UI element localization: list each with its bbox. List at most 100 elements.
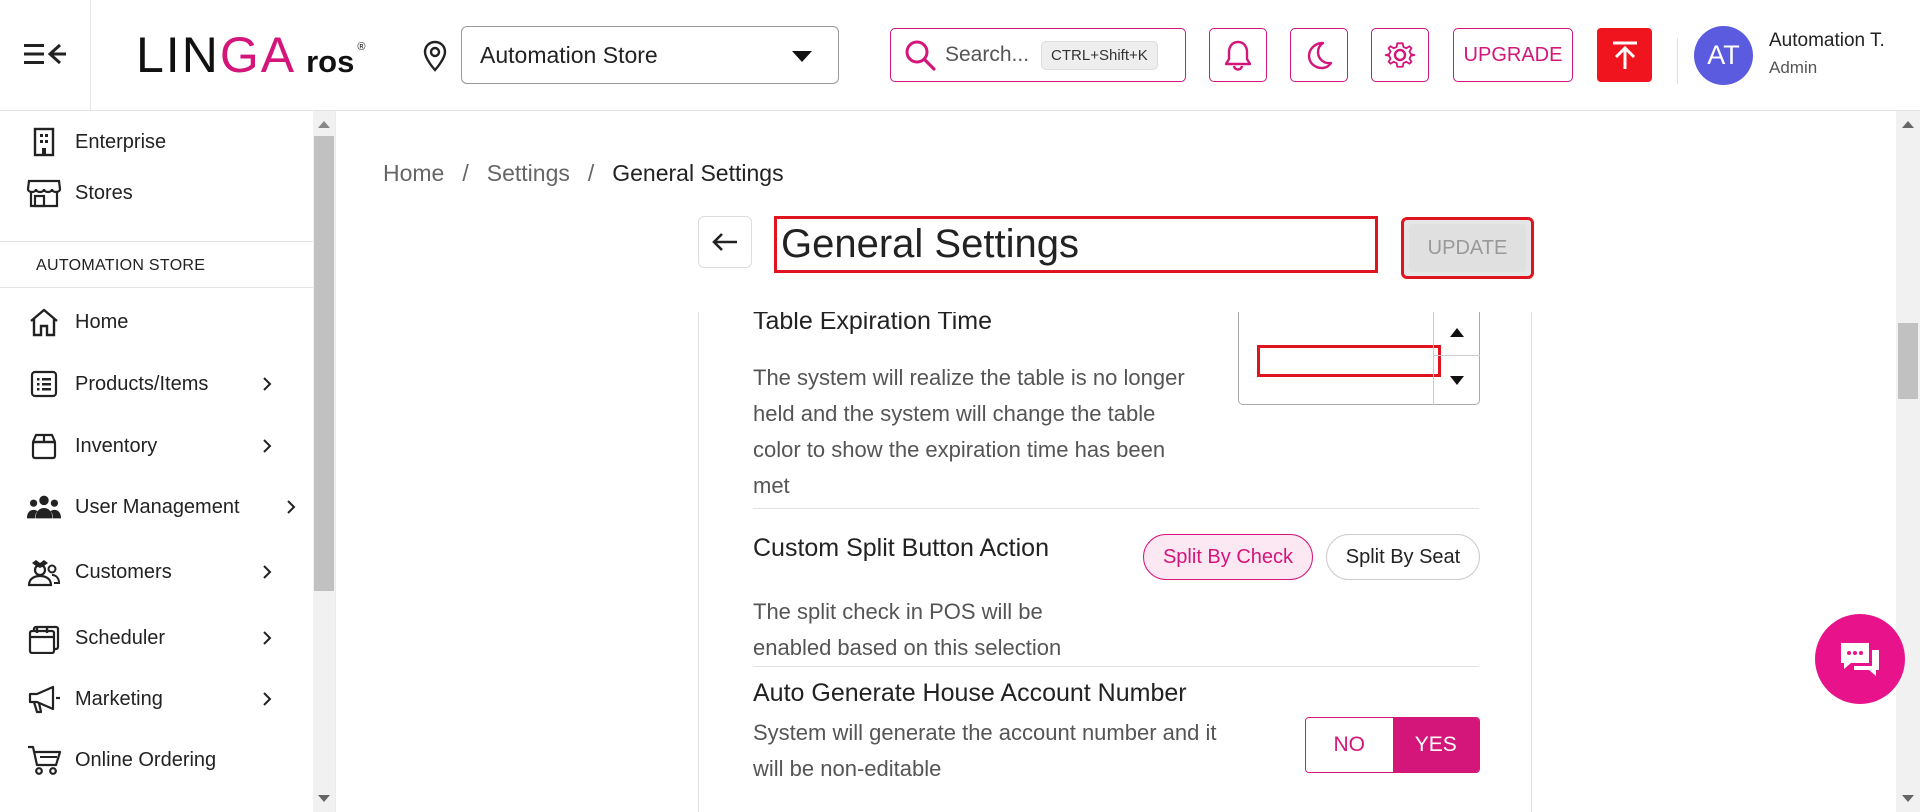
cart-icon (26, 742, 62, 778)
settings-card: Table Expiration Time The system will re… (698, 312, 1532, 812)
logo-registered-mark: ® (357, 41, 366, 53)
setting-title-table-expiration: Table Expiration Time (753, 312, 993, 335)
menu-collapse-button[interactable] (20, 36, 68, 72)
header-divider (90, 0, 91, 111)
sidebar-divider (0, 287, 313, 288)
update-button[interactable]: UPDATE (1401, 217, 1534, 279)
table-expiration-time-input[interactable] (1257, 345, 1441, 377)
sidebar-item-label: Products/Items (75, 372, 209, 395)
chat-support-button[interactable] (1815, 614, 1905, 704)
settings-button[interactable] (1371, 28, 1429, 82)
sidebar-section-label: AUTOMATION STORE (36, 257, 206, 274)
breadcrumb-settings[interactable]: Settings (487, 160, 570, 187)
toggle-no-option[interactable]: NO (1306, 718, 1393, 772)
logo-text-ga: GA (219, 27, 297, 83)
store-select[interactable]: Automation Store (461, 26, 839, 84)
page-title: General Settings (774, 216, 1378, 273)
megaphone-icon (26, 681, 62, 717)
sidebar-item-products-items[interactable]: Products/Items (0, 359, 315, 409)
sidebar-item-enterprise[interactable]: Enterprise (0, 117, 315, 167)
sidebar-item-inventory[interactable]: Inventory (0, 421, 315, 471)
chevron-right-icon (263, 377, 272, 391)
search-shortcut-badge: CTRL+Shift+K (1041, 40, 1158, 70)
sidebar-item-label: User Management (75, 495, 240, 518)
sidebar-item-label: Marketing (75, 687, 163, 710)
chevron-right-icon (263, 692, 272, 706)
breadcrumb-separator: / (587, 160, 595, 186)
sidebar-item-label: Stores (75, 181, 133, 204)
setting-desc-auto-house-account: System will generate the account number … (753, 720, 1217, 781)
chevron-right-icon (263, 439, 272, 453)
gear-icon (1384, 42, 1416, 68)
sidebar-item-label: Home (75, 310, 129, 333)
breadcrumb-current: General Settings (612, 160, 784, 186)
sidebar-item-label: Online Ordering (75, 748, 217, 771)
row-divider (753, 666, 1479, 667)
split-by-check-option[interactable]: Split By Check (1143, 534, 1313, 580)
table-expiration-time-stepper[interactable] (1238, 312, 1480, 405)
setting-desc-custom-split: The split check in POS will be enabled b… (753, 599, 1062, 660)
scroll-up-arrow-icon[interactable] (318, 121, 330, 128)
home-icon (26, 304, 62, 340)
scrollbar-thumb[interactable] (314, 136, 334, 591)
back-button[interactable] (698, 216, 752, 268)
scroll-down-arrow-icon[interactable] (1902, 795, 1914, 802)
sidebar-item-label: Enterprise (75, 130, 167, 153)
store-select-value: Automation Store (480, 41, 658, 68)
sidebar-item-label: Customers (75, 560, 172, 583)
sidebar-item-online-ordering[interactable]: Online Ordering (0, 735, 315, 785)
breadcrumb-home[interactable]: Home (383, 160, 444, 187)
chat-bubble-icon (1841, 643, 1879, 676)
sidebar-item-customers[interactable]: Customers (0, 547, 315, 597)
logo-text-ros: ros (306, 44, 355, 79)
notifications-button[interactable] (1209, 28, 1267, 82)
upgrade-button[interactable]: UPGRADE (1453, 28, 1573, 82)
dark-mode-button[interactable] (1290, 28, 1348, 82)
breadcrumb-separator: / (462, 160, 469, 186)
sidebar-item-marketing[interactable]: Marketing (0, 674, 315, 724)
toggle-yes-option[interactable]: YES (1392, 718, 1479, 772)
setting-title-auto-house-account: Auto Generate House Account Number (753, 679, 1187, 707)
scroll-up-arrow-icon[interactable] (1902, 121, 1914, 128)
avatar[interactable]: AT (1694, 26, 1753, 85)
scroll-down-arrow-icon[interactable] (318, 795, 330, 802)
calendar-icon (26, 620, 62, 656)
list-icon (26, 366, 62, 402)
caret-down-icon (1450, 376, 1464, 385)
update-button-label: UPDATE (1409, 224, 1526, 272)
stepper-increment-button[interactable] (1434, 312, 1480, 356)
sidebar-item-user-management[interactable]: User Management (0, 482, 315, 532)
header-divider-right (1677, 38, 1678, 84)
linga-logo[interactable]: LIN GA ros ® (136, 26, 366, 83)
content-divider (335, 111, 336, 812)
upload-arrow-icon (1612, 41, 1637, 69)
sidebar-item-home[interactable]: Home (0, 297, 315, 347)
publish-button[interactable] (1597, 28, 1652, 82)
sidebar-item-stores[interactable]: Stores (0, 168, 315, 218)
top-bar: LIN GA ros ® Automation Store Search... … (0, 0, 1920, 111)
box-icon (26, 428, 62, 464)
users-icon (26, 489, 62, 525)
user-name: Automation T. (1769, 30, 1885, 51)
sidebar-scrollbar[interactable] (313, 111, 335, 812)
sidebar-item-label: Scheduler (75, 626, 166, 649)
main-scrollbar[interactable] (1896, 111, 1920, 812)
user-role: Admin (1769, 58, 1818, 77)
stepper-buttons (1433, 312, 1480, 405)
search-input[interactable]: Search... CTRL+Shift+K (890, 28, 1186, 82)
stepper-decrement-button[interactable] (1434, 356, 1480, 405)
sidebar-item-scheduler[interactable]: Scheduler (0, 613, 315, 663)
bell-icon (1224, 40, 1252, 71)
location-pin-icon (423, 40, 447, 72)
search-icon (905, 40, 936, 71)
setting-title-custom-split: Custom Split Button Action (753, 534, 1049, 562)
auto-house-account-toggle: NO YES (1305, 717, 1480, 773)
caret-up-icon (1450, 328, 1464, 337)
chevron-right-icon (263, 565, 272, 579)
split-by-seat-option[interactable]: Split By Seat (1326, 534, 1480, 580)
arrow-left-icon (712, 233, 737, 251)
sidebar-item-label: Inventory (75, 434, 158, 457)
chevron-right-icon (263, 631, 272, 645)
scrollbar-thumb[interactable] (1898, 323, 1918, 399)
moon-icon (1307, 41, 1333, 70)
